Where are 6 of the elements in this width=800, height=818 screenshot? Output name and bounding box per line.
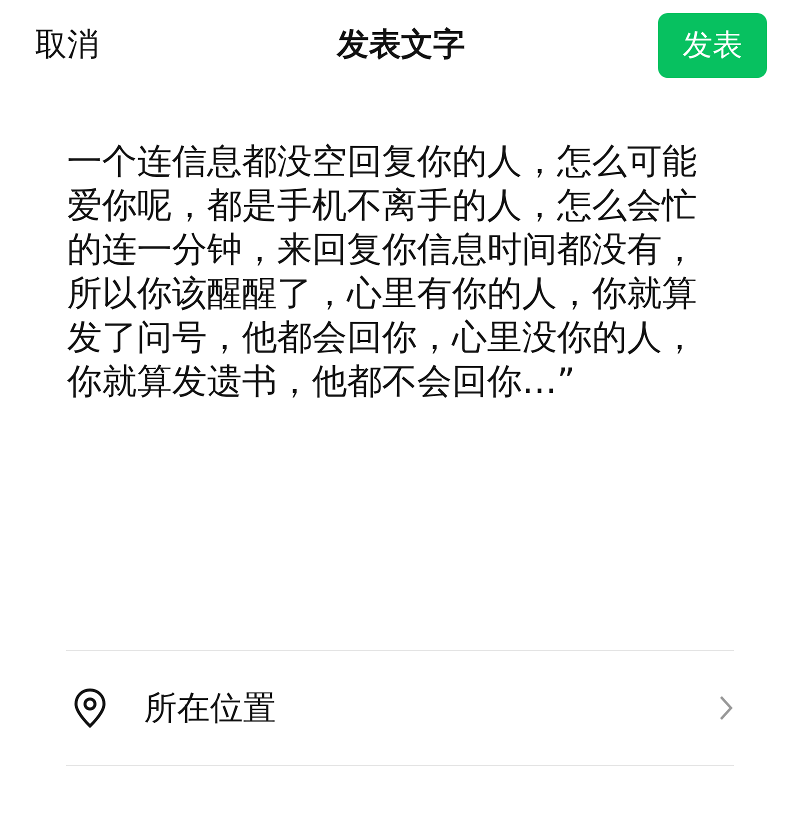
- location-pin-icon: [72, 687, 108, 729]
- post-text-input[interactable]: 一个连信息都没空回复你的人，怎么可能爱你呢，都是手机不离手的人，怎么会忙的连一分钟，来回复你信息时间都没有，所以你该醒醒了，心里有你的人，你就算发了问号，他都会回你，心里没你的人，你就算发遗书，他都不会回你…”: [67, 140, 712, 404]
- cancel-button[interactable]: 取消: [35, 23, 99, 67]
- page-title: 发表文字: [337, 24, 465, 65]
- chevron-right-icon: [718, 694, 734, 722]
- location-option[interactable]: 所在位置: [144, 686, 718, 730]
